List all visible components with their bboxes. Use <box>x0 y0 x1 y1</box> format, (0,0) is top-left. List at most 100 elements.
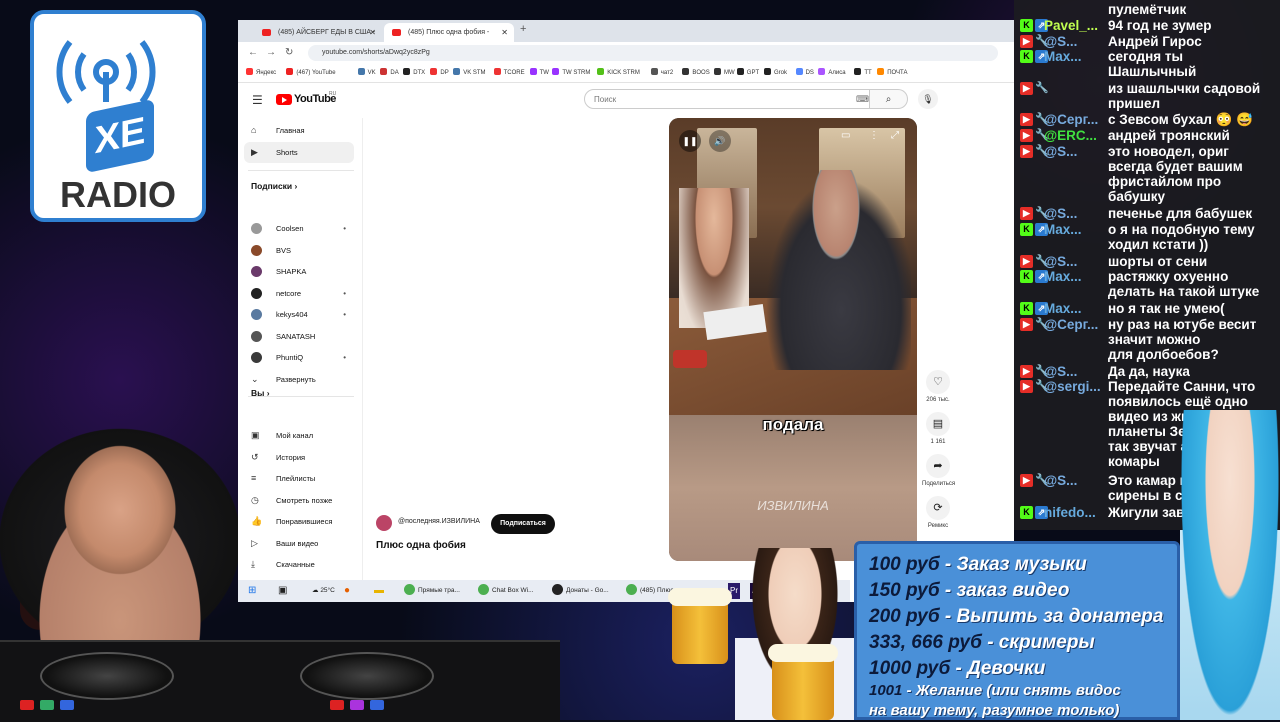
youtube-badge-icon: ▶ <box>1020 380 1033 394</box>
donation-amount: 333, 666 руб <box>869 632 982 653</box>
bookmark-item[interactable]: чат2 <box>650 68 673 76</box>
remix-action[interactable]: ⟳ Ремикс <box>922 496 954 529</box>
url-field[interactable]: youtube.com/shorts/aDwq2yc8zPg <box>308 45 998 61</box>
sidebar-item-you[interactable]: 👍 Понравившиеся <box>244 511 354 532</box>
sidebar-item-you[interactable]: ▷ Ваши видео <box>244 533 354 554</box>
share-icon[interactable]: ➦ <box>926 454 950 478</box>
keyboard-icon[interactable]: ⌨ <box>856 94 869 105</box>
search-button[interactable]: ⌕ <box>870 89 908 109</box>
bookmark-item[interactable]: DS <box>795 68 814 76</box>
bookmark-item[interactable]: Алиса <box>818 68 846 76</box>
browser-tab-active[interactable]: (485) Плюс одна фобия - ✕ <box>384 23 514 42</box>
menu-icon[interactable]: ☰ <box>252 93 263 107</box>
chat-text: пулемётчик <box>1108 2 1187 17</box>
subscriptions-header[interactable]: Подписки › <box>251 181 297 191</box>
bookmark-item[interactable]: KICK STRM <box>597 68 640 76</box>
chat-username: Max... <box>1044 269 1082 285</box>
sidebar-item-label: kekys404 <box>276 310 308 319</box>
bookmark-item[interactable]: MW <box>714 68 735 76</box>
reload-icon[interactable]: ↻ <box>285 47 293 58</box>
live-dot-icon: • <box>343 224 346 233</box>
search-input[interactable]: Поиск <box>584 89 870 109</box>
folder-icon[interactable]: ▬ <box>374 583 384 599</box>
anime-catgirl-overlay <box>1180 410 1280 720</box>
volume-icon[interactable]: 🔊 <box>709 130 731 152</box>
bookmark-item[interactable]: Grok <box>764 68 787 76</box>
bookmark-item[interactable]: VK <box>357 68 376 76</box>
bookmark-item[interactable]: DP <box>430 68 449 76</box>
chat-text: но я так не умею( <box>1108 300 1225 316</box>
browser-tab[interactable]: (485) АЙСБЕРГ ЕДЫ В США - ✕ <box>254 23 382 42</box>
back-icon[interactable]: ← <box>248 47 258 58</box>
task-view-icon[interactable]: ▣ <box>278 583 287 599</box>
donation-description: - заказ видео <box>939 580 1070 601</box>
chat-text: Андрей Гирос <box>1108 33 1202 49</box>
bookmark-item[interactable]: TT <box>854 68 872 76</box>
channel-avatar[interactable] <box>376 515 392 531</box>
mic-button[interactable]: 🎙 <box>918 89 938 109</box>
chat-text: с Зевсом бухал 😳 😅 <box>1108 112 1254 128</box>
comment-icon[interactable]: ▤ <box>926 412 950 436</box>
bookmark-item[interactable]: TW STRM <box>552 68 590 76</box>
like-action[interactable]: ♡ 206 тыс. <box>922 370 954 403</box>
bookmark-item[interactable]: Яндекс <box>246 68 276 76</box>
share-action[interactable]: ➦ Поделиться <box>922 454 955 487</box>
sidebar-item-you[interactable]: ▣ Мой канал <box>244 425 354 446</box>
sidebar-subscription[interactable]: BVS <box>244 240 354 261</box>
sidebar-item-you[interactable]: ⤓ Скачанные <box>244 554 354 575</box>
bookmark-item[interactable]: VK STM <box>453 68 486 76</box>
taskbar-app[interactable]: Chat Box Wi... <box>478 583 534 599</box>
sidebar-item-you[interactable]: ↺ История <box>244 447 354 468</box>
you-header[interactable]: Вы › <box>251 388 270 398</box>
channel-name[interactable]: @последняя.ИЗВИЛИНА <box>398 518 480 525</box>
pause-icon[interactable]: ❚❚ <box>679 130 701 152</box>
weather-widget[interactable]: ☁ 25°C <box>312 583 335 599</box>
bookmark-item[interactable]: GPT <box>736 68 759 76</box>
sidebar-item-label: Главная <box>276 126 305 135</box>
beer-foam <box>768 644 838 662</box>
taskbar-app[interactable]: Донаты - Go... <box>552 583 609 599</box>
youtube-logo-icon[interactable] <box>276 94 292 105</box>
logo-xe-badge: XE <box>86 98 154 174</box>
donation-tier: 100 руб - Заказ музыки <box>869 554 1087 576</box>
bookmark-favicon-icon <box>529 68 537 75</box>
more-icon[interactable]: ⋮ <box>869 130 879 141</box>
sidebar-subscription[interactable]: netcore • <box>244 283 354 304</box>
bookmark-item[interactable]: TW <box>529 68 549 76</box>
close-icon[interactable]: ✕ <box>501 23 508 42</box>
fullscreen-icon[interactable]: ⤢ <box>891 130 899 141</box>
sidebar-expand-subs[interactable]: ⌄ Развернуть <box>244 369 354 390</box>
shorts-video-player[interactable]: подала ИЗВИЛИНА ❚❚ 🔊 ▭ ⋮ ⤢ <box>669 118 917 561</box>
chat-username: nifedo... <box>1044 504 1096 520</box>
sidebar-item-home[interactable]: ⌂ Главная <box>244 120 354 141</box>
bookmark-item[interactable]: DA <box>380 68 399 76</box>
subscribe-button[interactable]: Подписаться <box>491 514 555 534</box>
captions-icon[interactable]: ▭ <box>841 130 850 141</box>
bookmark-item[interactable]: BOOS <box>682 68 710 76</box>
youtube-header: ☰ YouTube RU Поиск ⌨ ⌕ 🎙 <box>238 82 1014 118</box>
firefox-icon[interactable]: ● <box>344 583 350 599</box>
bookmark-label: Яндекс <box>256 70 277 76</box>
forward-icon[interactable]: → <box>266 47 276 58</box>
sidebar-item-you[interactable]: ≡ Плейлисты <box>244 468 354 489</box>
comment-action[interactable]: ▤ 1 161 <box>922 412 954 445</box>
sidebar-subscription[interactable]: kekys404 • <box>244 304 354 325</box>
sidebar-subscription[interactable]: Coolsen • <box>244 218 354 239</box>
sidebar-subscription[interactable]: SANATASH <box>244 326 354 347</box>
sidebar-subscription[interactable]: SHAPKA <box>244 261 354 282</box>
sidebar-subscription[interactable]: PhuntiQ • <box>244 347 354 368</box>
taskbar-app[interactable]: Прямые тра... <box>404 583 460 599</box>
new-tab-icon[interactable]: + <box>520 23 526 35</box>
bookmark-item[interactable]: TCORE <box>493 68 525 76</box>
bookmark-item[interactable]: (467) YouTube <box>286 68 336 76</box>
live-dot-icon: • <box>343 288 346 298</box>
windows-start-icon[interactable]: ⊞ <box>248 583 256 599</box>
sidebar-item-you[interactable]: ◷ Смотреть позже <box>244 490 354 511</box>
chat-username: @S... <box>1044 473 1078 489</box>
close-icon[interactable]: ✕ <box>369 23 376 42</box>
remix-icon[interactable]: ⟳ <box>926 496 950 520</box>
bookmark-item[interactable]: DTX <box>403 68 425 76</box>
sidebar-item-shorts[interactable]: ▶ Shorts <box>244 142 354 163</box>
bookmark-item[interactable]: ПОЧТА <box>877 68 908 76</box>
heart-icon[interactable]: ♡ <box>926 370 950 394</box>
